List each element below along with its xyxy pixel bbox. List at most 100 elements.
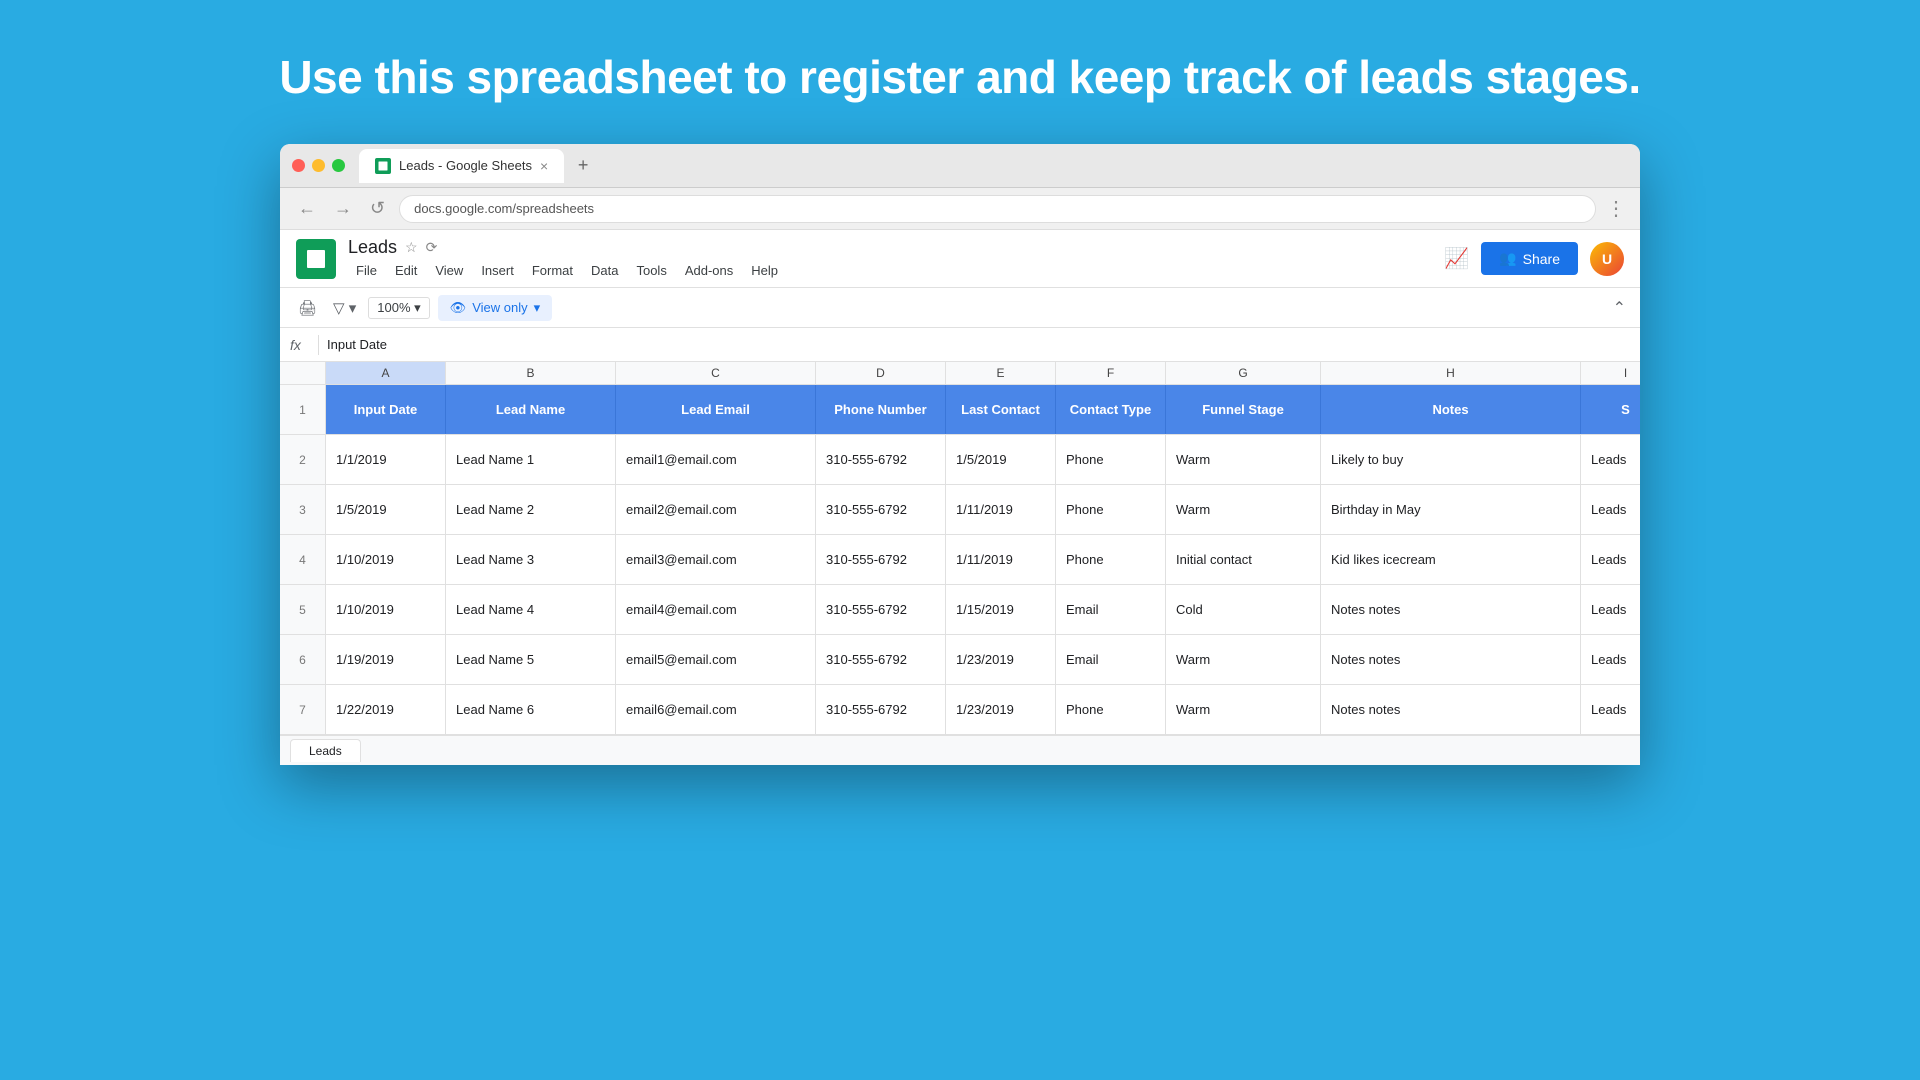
cell-lead-email[interactable]: email6@email.com [616, 685, 816, 734]
cell-contact-type[interactable]: Email [1056, 635, 1166, 684]
cell-input-date[interactable]: 1/5/2019 [326, 485, 446, 534]
cell-sheet[interactable]: Leads [1581, 535, 1640, 584]
cell-sheet[interactable]: Leads [1581, 585, 1640, 634]
history-icon[interactable]: ⟳ [426, 239, 438, 256]
col-header-d[interactable]: D [816, 362, 946, 384]
cell-input-date[interactable]: 1/1/2019 [326, 435, 446, 484]
cell-lead-email[interactable]: email5@email.com [616, 635, 816, 684]
cell-notes[interactable]: Notes notes [1321, 685, 1581, 734]
cell-lead-name[interactable]: Lead Name 5 [446, 635, 616, 684]
address-bar[interactable]: docs.google.com/spreadsheets [399, 195, 1596, 223]
cell-funnel-stage[interactable]: Cold [1166, 585, 1321, 634]
cell-funnel-stage[interactable]: Initial contact [1166, 535, 1321, 584]
cell-lead-email[interactable]: email3@email.com [616, 535, 816, 584]
new-tab-button[interactable]: + [570, 153, 596, 179]
cell-phone[interactable]: 310-555-6792 [816, 435, 946, 484]
star-icon[interactable]: ☆ [405, 239, 418, 256]
header-contact-type[interactable]: Contact Type [1056, 385, 1166, 434]
cell-last-contact[interactable]: 1/11/2019 [946, 485, 1056, 534]
menu-view[interactable]: View [427, 260, 471, 281]
cell-lead-email[interactable]: email4@email.com [616, 585, 816, 634]
formula-content[interactable]: Input Date [327, 337, 1630, 352]
nav-forward-button[interactable]: → [330, 196, 356, 221]
cell-lead-email[interactable]: email1@email.com [616, 435, 816, 484]
col-header-a[interactable]: A [326, 362, 446, 384]
cell-notes[interactable]: Notes notes [1321, 585, 1581, 634]
col-header-f[interactable]: F [1056, 362, 1166, 384]
header-last-contact[interactable]: Last Contact [946, 385, 1056, 434]
cell-last-contact[interactable]: 1/5/2019 [946, 435, 1056, 484]
cell-phone[interactable]: 310-555-6792 [816, 635, 946, 684]
cell-lead-name[interactable]: Lead Name 1 [446, 435, 616, 484]
menu-tools[interactable]: Tools [628, 260, 674, 281]
cell-lead-name[interactable]: Lead Name 3 [446, 535, 616, 584]
cell-sheet[interactable]: Leads [1581, 685, 1640, 734]
cell-last-contact[interactable]: 1/23/2019 [946, 685, 1056, 734]
menu-insert[interactable]: Insert [473, 260, 522, 281]
cell-phone[interactable]: 310-555-6792 [816, 585, 946, 634]
maximize-window-button[interactable] [332, 159, 345, 172]
menu-file[interactable]: File [348, 260, 385, 281]
header-lead-name[interactable]: Lead Name [446, 385, 616, 434]
toolbar-collapse-icon[interactable]: ⌃ [1613, 298, 1626, 318]
user-avatar[interactable]: U [1590, 242, 1624, 276]
cell-lead-name[interactable]: Lead Name 2 [446, 485, 616, 534]
cell-last-contact[interactable]: 1/15/2019 [946, 585, 1056, 634]
menu-edit[interactable]: Edit [387, 260, 425, 281]
cell-sheet[interactable]: Leads [1581, 635, 1640, 684]
cell-sheet[interactable]: Leads [1581, 485, 1640, 534]
trending-icon[interactable]: 📈 [1444, 246, 1469, 271]
nav-reload-button[interactable]: ↺ [366, 196, 389, 221]
cell-contact-type[interactable]: Phone [1056, 535, 1166, 584]
nav-back-button[interactable]: ← [294, 196, 320, 221]
menu-data[interactable]: Data [583, 260, 626, 281]
close-window-button[interactable] [292, 159, 305, 172]
cell-last-contact[interactable]: 1/23/2019 [946, 635, 1056, 684]
cell-funnel-stage[interactable]: Warm [1166, 435, 1321, 484]
cell-sheet[interactable]: Leads [1581, 435, 1640, 484]
menu-help[interactable]: Help [743, 260, 786, 281]
cell-input-date[interactable]: 1/19/2019 [326, 635, 446, 684]
cell-last-contact[interactable]: 1/11/2019 [946, 535, 1056, 584]
col-header-g[interactable]: G [1166, 362, 1321, 384]
header-lead-email[interactable]: Lead Email [616, 385, 816, 434]
col-header-b[interactable]: B [446, 362, 616, 384]
cell-phone[interactable]: 310-555-6792 [816, 685, 946, 734]
cell-input-date[interactable]: 1/22/2019 [326, 685, 446, 734]
menu-format[interactable]: Format [524, 260, 581, 281]
zoom-selector[interactable]: 100% ▾ [368, 297, 429, 319]
cell-notes[interactable]: Kid likes icecream [1321, 535, 1581, 584]
minimize-window-button[interactable] [312, 159, 325, 172]
view-only-button[interactable]: 👁 View only ▾ [438, 295, 552, 321]
sheet-tab-leads[interactable]: Leads [290, 739, 361, 762]
header-input-date[interactable]: Input Date [326, 385, 446, 434]
header-sheet[interactable]: S [1581, 385, 1640, 434]
print-icon[interactable]: 🖨 [294, 295, 321, 321]
cell-notes[interactable]: Likely to buy [1321, 435, 1581, 484]
cell-contact-type[interactable]: Phone [1056, 685, 1166, 734]
col-header-c[interactable]: C [616, 362, 816, 384]
cell-funnel-stage[interactable]: Warm [1166, 485, 1321, 534]
cell-contact-type[interactable]: Phone [1056, 485, 1166, 534]
cell-input-date[interactable]: 1/10/2019 [326, 535, 446, 584]
cell-input-date[interactable]: 1/10/2019 [326, 585, 446, 634]
header-phone-number[interactable]: Phone Number [816, 385, 946, 434]
active-tab[interactable]: Leads - Google Sheets × [359, 149, 564, 183]
browser-more-button[interactable]: ⋮ [1606, 196, 1626, 221]
cell-lead-email[interactable]: email2@email.com [616, 485, 816, 534]
cell-funnel-stage[interactable]: Warm [1166, 635, 1321, 684]
cell-contact-type[interactable]: Email [1056, 585, 1166, 634]
cell-funnel-stage[interactable]: Warm [1166, 685, 1321, 734]
cell-phone[interactable]: 310-555-6792 [816, 485, 946, 534]
col-header-i[interactable]: I [1581, 362, 1640, 384]
header-notes[interactable]: Notes [1321, 385, 1581, 434]
cell-phone[interactable]: 310-555-6792 [816, 535, 946, 584]
menu-addons[interactable]: Add-ons [677, 260, 741, 281]
cell-contact-type[interactable]: Phone [1056, 435, 1166, 484]
share-button[interactable]: 👥 Share [1481, 242, 1578, 275]
filter-icon[interactable]: ▽ ▾ [329, 295, 360, 321]
tab-close-button[interactable]: × [540, 158, 548, 174]
cell-lead-name[interactable]: Lead Name 4 [446, 585, 616, 634]
col-header-h[interactable]: H [1321, 362, 1581, 384]
cell-notes[interactable]: Birthday in May [1321, 485, 1581, 534]
